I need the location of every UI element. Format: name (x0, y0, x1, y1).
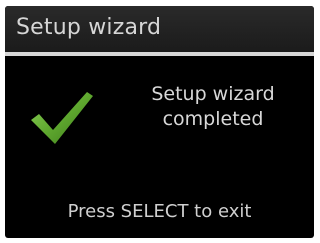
device-screen: Setup wizard Setup wizard completed Pres… (5, 6, 314, 238)
page-title: Setup wizard (16, 15, 162, 40)
footer-hint: Press SELECT to exit (67, 201, 252, 222)
checkmark-icon (31, 92, 93, 144)
status-line-2: completed (162, 108, 264, 130)
title-bar: Setup wizard (5, 6, 314, 52)
status-line-1: Setup wizard (151, 83, 275, 105)
status-message: Setup wizard completed (129, 82, 297, 132)
title-divider (5, 52, 314, 56)
